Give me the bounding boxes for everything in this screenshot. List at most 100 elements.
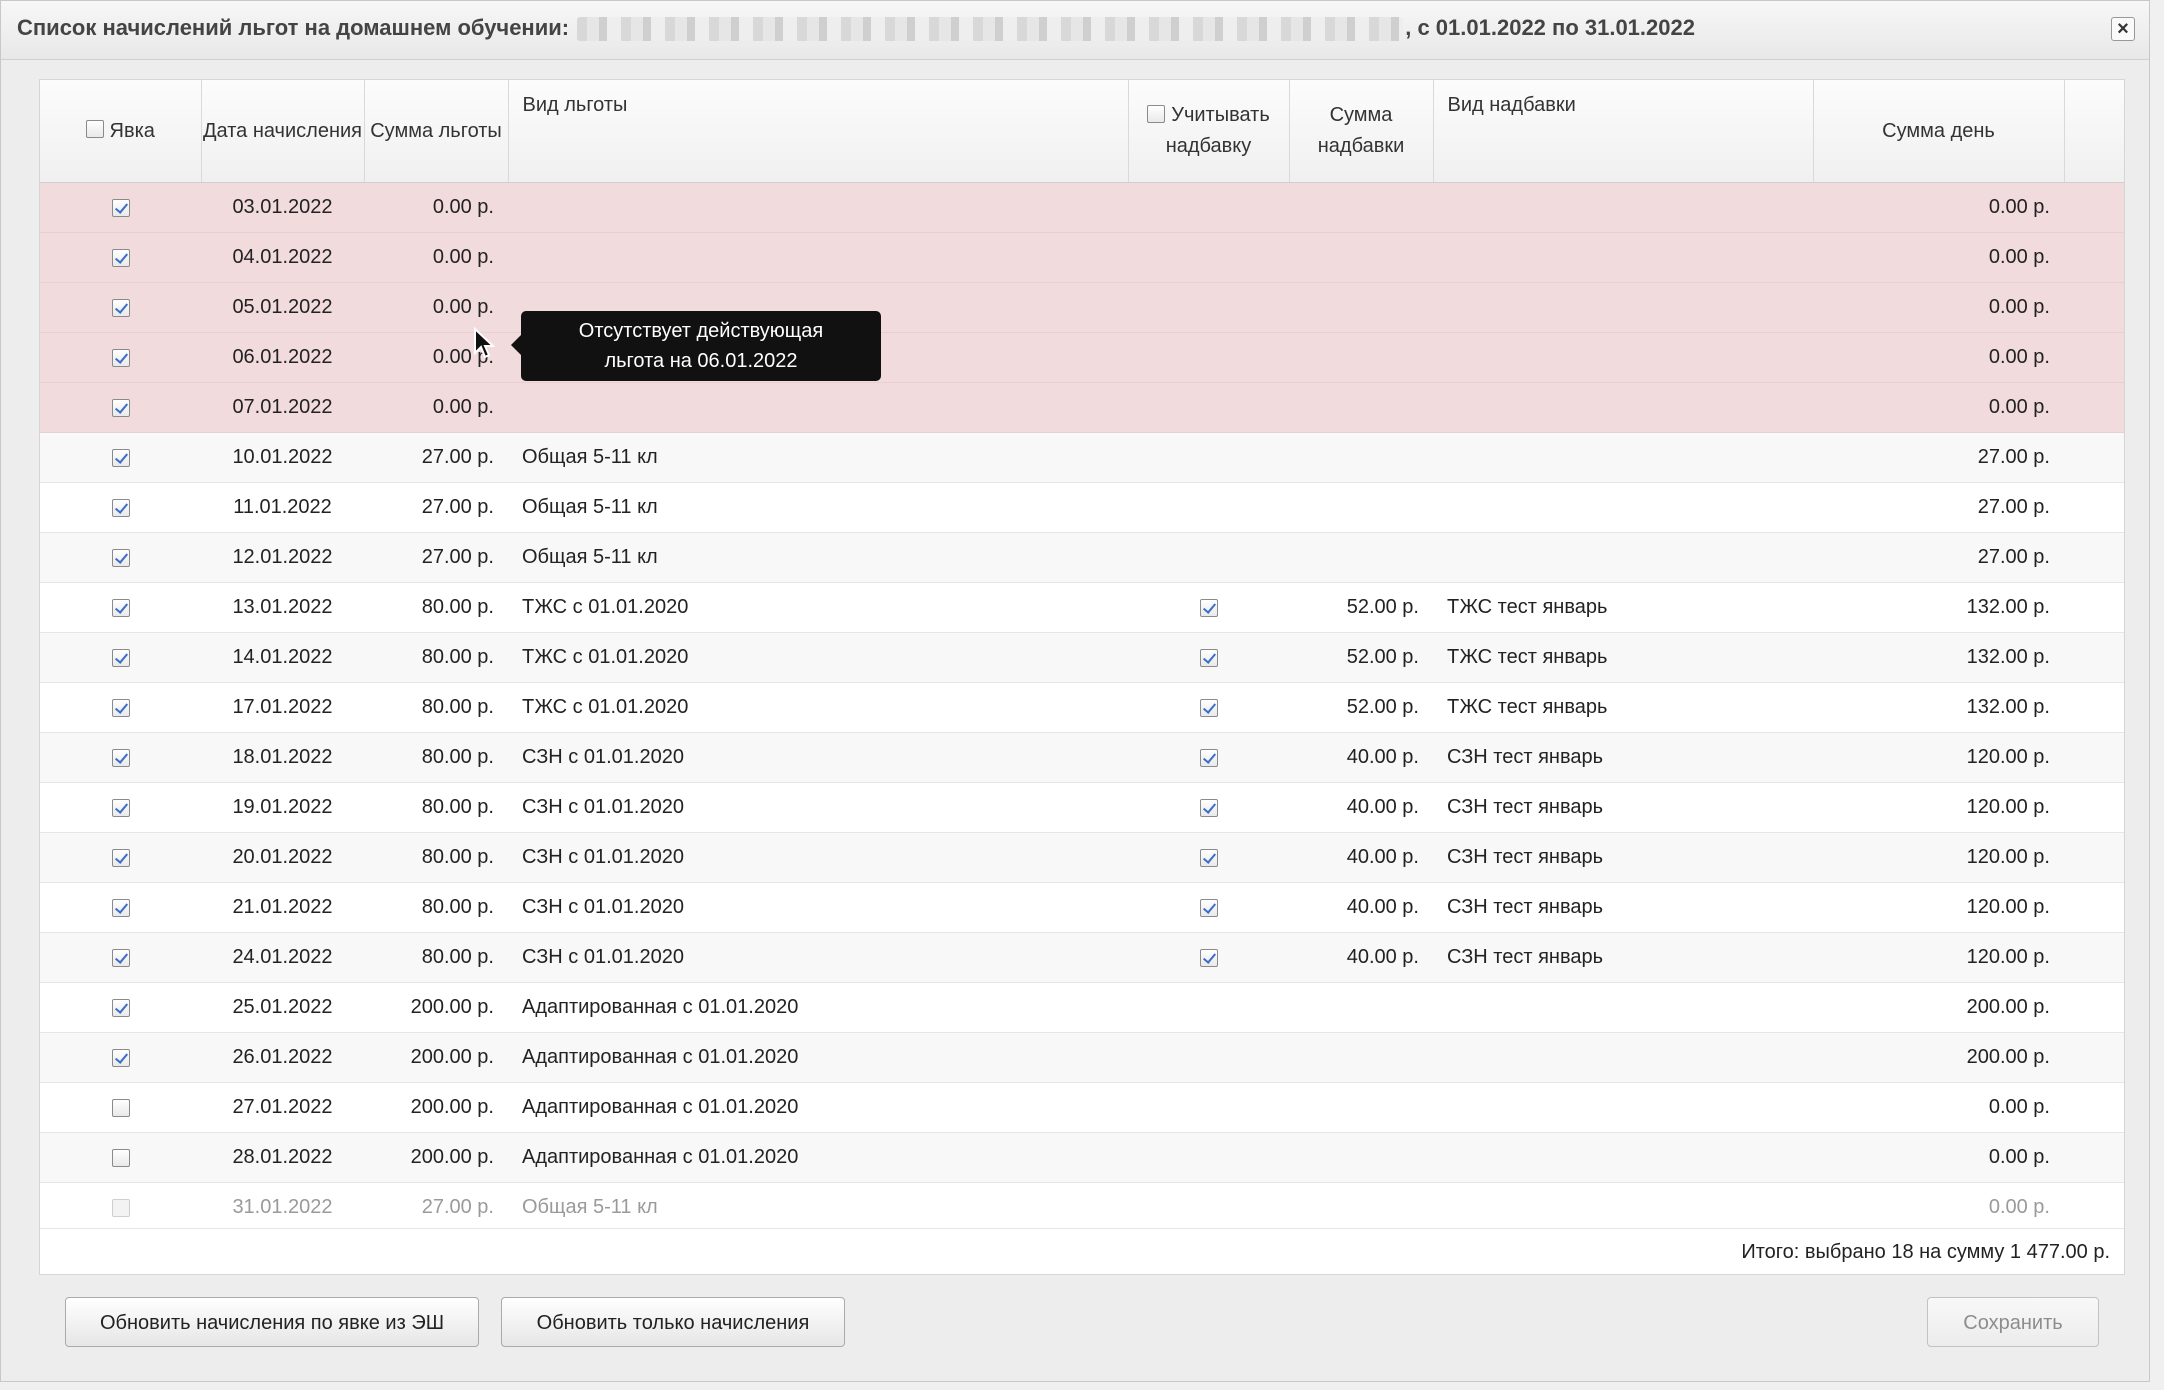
attendance-cell[interactable]	[40, 382, 201, 433]
col-header-bonus-type[interactable]: Вид надбавки	[1433, 80, 1814, 183]
table-row[interactable]: 12.01.2022 27.00 р. Общая 5-11 кл 27.00 р.	[40, 532, 2124, 583]
table-row[interactable]: 10.01.2022 27.00 р. Общая 5-11 кл 27.00 р.	[40, 432, 2124, 483]
table-row[interactable]: 07.01.2022 0.00 р. 0.00 р.	[40, 382, 2124, 433]
table-row[interactable]: 27.01.2022 200.00 р. Адаптированная с 01.0…	[40, 1082, 2124, 1133]
table-row[interactable]: 19.01.2022 80.00 р. СЗН с 01.01.2020 40.00 …	[40, 782, 2124, 833]
attendance-cell[interactable]	[40, 1182, 201, 1233]
consider-bonus-cell[interactable]	[1128, 932, 1289, 983]
consider-bonus-checkbox[interactable]	[1199, 648, 1218, 667]
attendance-checkbox[interactable]	[111, 748, 130, 767]
consider-bonus-cell[interactable]	[1128, 332, 1289, 383]
consider-bonus-checkbox[interactable]	[1199, 898, 1218, 917]
table-row[interactable]: 26.01.2022 200.00 р. Адаптированная с 01.0…	[40, 1032, 2124, 1083]
table-row[interactable]: 14.01.2022 80.00 р. ТЖС с 01.01.2020 52.00 …	[40, 632, 2124, 683]
attendance-cell[interactable]	[40, 1132, 201, 1183]
table-row[interactable]: 18.01.2022 80.00 р. СЗН с 01.01.2020 40.00 …	[40, 732, 2124, 783]
attendance-cell[interactable]	[40, 1082, 201, 1133]
col-header-date[interactable]: Дата начисления	[201, 80, 365, 183]
consider-bonus-all-checkbox[interactable]	[1147, 104, 1166, 123]
consider-bonus-cell[interactable]	[1128, 632, 1289, 683]
consider-bonus-cell[interactable]	[1128, 432, 1289, 483]
table-row[interactable]: 28.01.2022 200.00 р. Адаптированная с 01.0…	[40, 1132, 2124, 1183]
attendance-cell[interactable]	[40, 582, 201, 633]
refresh-only-accruals-button[interactable]: Обновить только начисления	[501, 1297, 845, 1347]
table-row[interactable]: 31.01.2022 27.00 р. Общая 5-11 кл 0.00 р.	[40, 1182, 2124, 1233]
consider-bonus-cell[interactable]	[1128, 1182, 1289, 1233]
attendance-cell[interactable]	[40, 332, 201, 383]
consider-bonus-cell[interactable]	[1128, 1032, 1289, 1083]
attendance-checkbox[interactable]	[111, 798, 130, 817]
consider-bonus-cell[interactable]	[1128, 682, 1289, 733]
table-row[interactable]: 11.01.2022 27.00 р. Общая 5-11 кл 27.00 р.	[40, 482, 2124, 533]
attendance-checkbox[interactable]	[111, 398, 130, 417]
attendance-checkbox[interactable]	[111, 348, 130, 367]
table-row[interactable]: 25.01.2022 200.00 р. Адаптированная с 01.0…	[40, 982, 2124, 1033]
attendance-cell[interactable]	[40, 482, 201, 533]
consider-bonus-checkbox[interactable]	[1199, 798, 1218, 817]
refresh-from-attendance-button[interactable]: Обновить начисления по явке из ЭШ	[65, 1297, 479, 1347]
consider-bonus-cell[interactable]	[1128, 532, 1289, 583]
attendance-checkbox[interactable]	[111, 448, 130, 467]
attendance-checkbox[interactable]	[111, 598, 130, 617]
attendance-checkbox[interactable]	[111, 498, 130, 517]
table-row[interactable]: 04.01.2022 0.00 р. 0.00 р.	[40, 232, 2124, 283]
attendance-checkbox[interactable]	[111, 698, 130, 717]
col-header-attendance[interactable]: Явка	[40, 80, 202, 183]
col-header-consider-bonus[interactable]: Учитывать надбавку	[1128, 80, 1290, 183]
attendance-cell[interactable]	[40, 432, 201, 483]
close-icon[interactable]: ×	[2111, 17, 2135, 41]
consider-bonus-cell[interactable]	[1128, 732, 1289, 783]
attendance-checkbox[interactable]	[111, 648, 130, 667]
attendance-checkbox[interactable]	[111, 548, 130, 567]
table-row[interactable]: 17.01.2022 80.00 р. ТЖС с 01.01.2020 52.00 …	[40, 682, 2124, 733]
consider-bonus-cell[interactable]	[1128, 582, 1289, 633]
attendance-cell[interactable]	[40, 832, 201, 883]
consider-bonus-checkbox[interactable]	[1199, 848, 1218, 867]
save-button[interactable]: Сохранить	[1927, 1297, 2099, 1347]
table-row[interactable]: 06.01.2022 0.00 р. 0.00 р.	[40, 332, 2124, 383]
col-header-benefit-sum[interactable]: Сумма льготы	[364, 80, 509, 183]
attendance-cell[interactable]	[40, 532, 201, 583]
consider-bonus-checkbox[interactable]	[1199, 948, 1218, 967]
attendance-cell[interactable]	[40, 232, 201, 283]
attendance-cell[interactable]	[40, 882, 201, 933]
consider-bonus-checkbox[interactable]	[1199, 748, 1218, 767]
consider-bonus-cell[interactable]	[1128, 382, 1289, 433]
table-row[interactable]: 20.01.2022 80.00 р. СЗН с 01.01.2020 40.00 …	[40, 832, 2124, 883]
attendance-checkbox[interactable]	[111, 1098, 130, 1117]
col-header-benefit-type[interactable]: Вид льготы	[508, 80, 1129, 183]
attendance-cell[interactable]	[40, 732, 201, 783]
consider-bonus-cell[interactable]	[1128, 982, 1289, 1033]
attendance-checkbox[interactable]	[111, 298, 130, 317]
consider-bonus-cell[interactable]	[1128, 1082, 1289, 1133]
table-row[interactable]: 03.01.2022 0.00 р. 0.00 р.	[40, 182, 2124, 233]
attendance-cell[interactable]	[40, 782, 201, 833]
consider-bonus-checkbox[interactable]	[1199, 598, 1218, 617]
consider-bonus-cell[interactable]	[1128, 232, 1289, 283]
attendance-cell[interactable]	[40, 932, 201, 983]
attendance-cell[interactable]	[40, 682, 201, 733]
consider-bonus-cell[interactable]	[1128, 832, 1289, 883]
consider-bonus-cell[interactable]	[1128, 182, 1289, 233]
attendance-cell[interactable]	[40, 632, 201, 683]
table-row[interactable]: 13.01.2022 80.00 р. ТЖС с 01.01.2020 52.00 …	[40, 582, 2124, 633]
table-row[interactable]: 21.01.2022 80.00 р. СЗН с 01.01.2020 40.00 …	[40, 882, 2124, 933]
table-row[interactable]: 24.01.2022 80.00 р. СЗН с 01.01.2020 40.00 …	[40, 932, 2124, 983]
consider-bonus-cell[interactable]	[1128, 882, 1289, 933]
attendance-checkbox[interactable]	[111, 1148, 130, 1167]
consider-bonus-cell[interactable]	[1128, 282, 1289, 333]
col-header-bonus-sum[interactable]: Сумма надбавки	[1289, 80, 1434, 183]
attendance-cell[interactable]	[40, 282, 201, 333]
attendance-checkbox[interactable]	[111, 998, 130, 1017]
col-header-day-sum[interactable]: Сумма день	[1813, 80, 2065, 183]
attendance-checkbox[interactable]	[111, 948, 130, 967]
consider-bonus-cell[interactable]	[1128, 482, 1289, 533]
attendance-checkbox[interactable]	[111, 198, 130, 217]
attendance-checkbox[interactable]	[111, 848, 130, 867]
attendance-cell[interactable]	[40, 182, 201, 233]
table-row[interactable]: 05.01.2022 0.00 р. 0.00 р.	[40, 282, 2124, 333]
attendance-checkbox[interactable]	[111, 898, 130, 917]
consider-bonus-cell[interactable]	[1128, 782, 1289, 833]
attendance-checkbox[interactable]	[111, 248, 130, 267]
attendance-cell[interactable]	[40, 982, 201, 1033]
